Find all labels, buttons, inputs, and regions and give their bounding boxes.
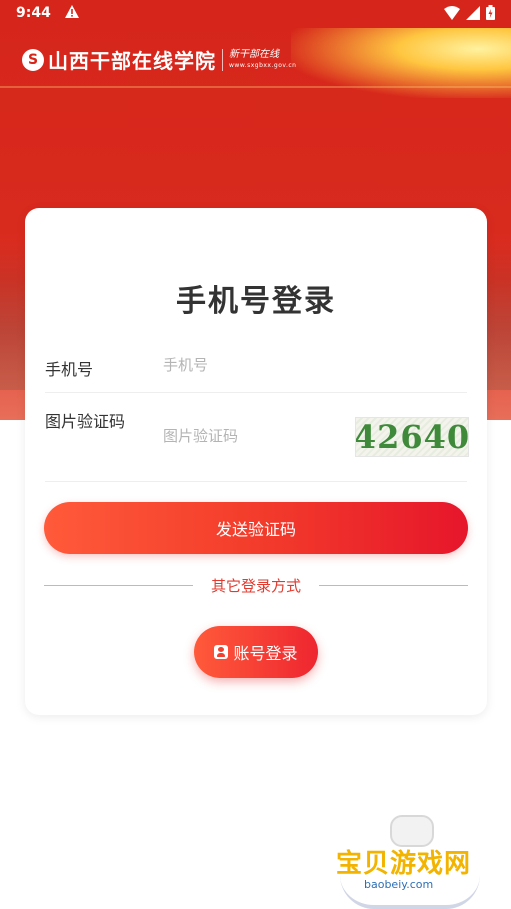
alert-triangle-icon xyxy=(64,4,80,24)
account-login-button[interactable]: 账号登录 xyxy=(194,626,318,678)
divider-line-left xyxy=(44,584,193,586)
captcha-divider xyxy=(45,481,467,482)
captcha-label: 图片验证码 xyxy=(45,412,126,431)
battery-icon xyxy=(486,5,495,20)
phone-input[interactable] xyxy=(163,356,453,374)
captcha-input[interactable] xyxy=(163,427,343,445)
logo-sub: 新干部在线 www.sxgbxx.gov.cn xyxy=(229,50,296,69)
status-bar: 9:44 xyxy=(0,0,511,28)
login-card: 手机号登录 手机号 图片验证码 42640 发送验证码 其它登录方式 账号登录 xyxy=(25,208,487,715)
building-decoration-right xyxy=(485,240,511,390)
account-login-label: 账号登录 xyxy=(233,644,298,663)
other-login-divider: 其它登录方式 xyxy=(44,575,469,595)
status-time: 9:44 xyxy=(16,5,51,21)
watermark: 宝贝游戏网 baobeiy.com xyxy=(330,815,490,909)
logo-separator xyxy=(222,48,223,71)
captcha-image[interactable]: 42640 xyxy=(355,417,469,457)
building-decoration-left xyxy=(0,240,26,390)
status-icons xyxy=(444,5,495,20)
other-login-label: 其它登录方式 xyxy=(211,576,302,595)
site-slogan: 新干部在线 xyxy=(229,49,279,60)
page-title: 手机号登录 xyxy=(176,284,336,319)
divider-line-right xyxy=(319,584,469,586)
site-logo: S 山西干部在线学院 新干部在线 www.sxgbxx.gov.cn xyxy=(22,45,296,74)
site-name: 山西干部在线学院 xyxy=(48,49,216,73)
site-url: www.sxgbxx.gov.cn xyxy=(229,62,297,69)
logo-mark: S xyxy=(22,48,44,71)
watermark-name: 宝贝游戏网 xyxy=(336,849,472,879)
user-card-icon xyxy=(214,645,229,659)
send-code-button[interactable]: 发送验证码 xyxy=(44,502,468,554)
wifi-icon xyxy=(444,5,460,20)
phone-divider xyxy=(45,392,467,393)
phone-label: 手机号 xyxy=(45,360,94,379)
signal-icon xyxy=(466,5,480,20)
banner-divider xyxy=(0,86,511,88)
watermark-url: baobeiy.com xyxy=(364,878,434,891)
